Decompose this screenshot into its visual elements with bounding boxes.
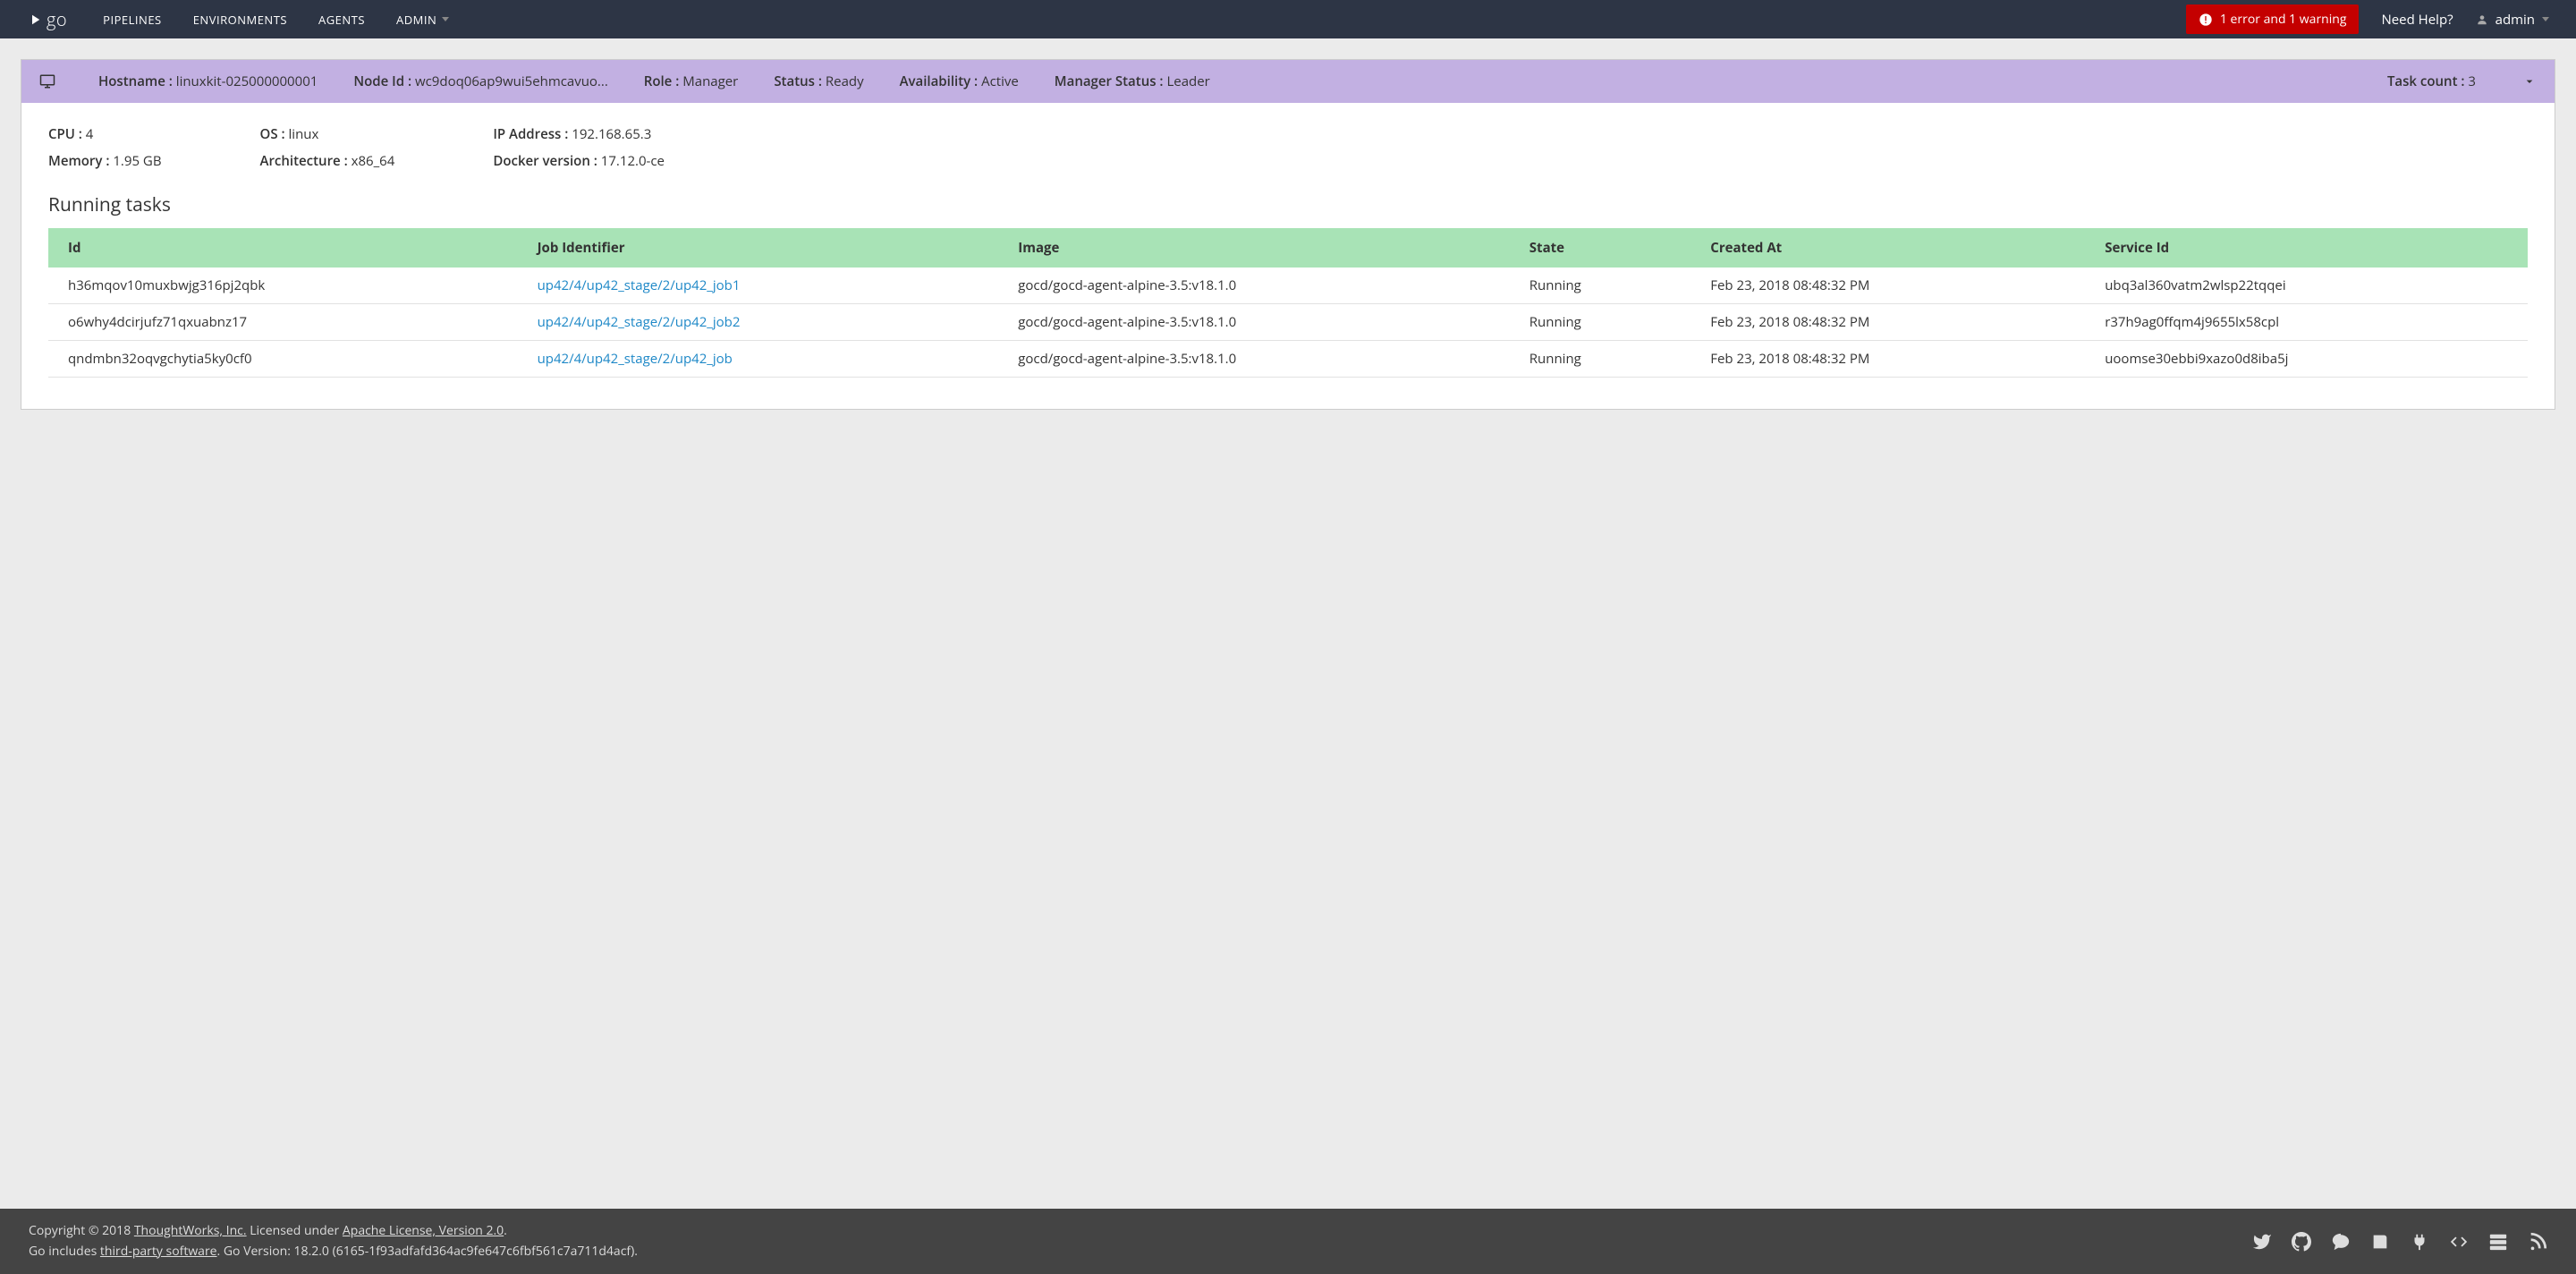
status-field: Status Ready xyxy=(774,72,863,90)
os-detail: OS linux xyxy=(260,125,395,143)
docker-detail: Docker version 17.12.0-ce xyxy=(493,152,665,170)
nav-links: PIPELINES ENVIRONMENTS AGENTS ADMIN xyxy=(103,12,2186,28)
logo-text: go xyxy=(47,7,67,31)
license-prefix: Licensed under xyxy=(247,1222,343,1239)
cell-job: up42/4/up42_stage/2/up42_job2 xyxy=(518,304,999,341)
chevron-down-icon xyxy=(442,17,449,21)
cell-id: qndmbn32oqvgchytia5ky0cf0 xyxy=(48,341,518,378)
chat-icon[interactable] xyxy=(2331,1232,2351,1252)
nav-right: 1 error and 1 warning Need Help? admin xyxy=(2186,4,2549,34)
line2-prefix: Go includes xyxy=(29,1243,100,1260)
thirdparty-link[interactable]: third-party software xyxy=(100,1243,217,1260)
nav-admin[interactable]: ADMIN xyxy=(396,12,449,28)
error-warning-badge[interactable]: 1 error and 1 warning xyxy=(2186,4,2360,34)
user-icon xyxy=(2476,13,2488,26)
chevron-down-icon xyxy=(2542,17,2549,21)
cell-state: Running xyxy=(1510,341,1690,378)
tasks-table: Id Job Identifier Image State Created At… xyxy=(48,228,2528,378)
nav-environments[interactable]: ENVIRONMENTS xyxy=(193,12,287,28)
ip-detail: IP Address 192.168.65.3 xyxy=(493,125,665,143)
node-panel: Hostname linuxkit-025000000001 Node Id w… xyxy=(21,59,2555,410)
role-field: Role Manager xyxy=(644,72,739,90)
node-panel-header[interactable]: Hostname linuxkit-025000000001 Node Id w… xyxy=(21,60,2555,103)
cell-state: Running xyxy=(1510,304,1690,341)
node-panel-body: CPU 4 Memory 1.95 GB OS linux Architectu… xyxy=(21,103,2555,409)
memory-detail: Memory 1.95 GB xyxy=(48,152,162,170)
cell-id: h36mqov10muxbwjg316pj2qbk xyxy=(48,268,518,304)
cell-id: o6why4dcirjufz71qxuabnz17 xyxy=(48,304,518,341)
col-job: Job Identifier xyxy=(518,228,999,268)
cell-created: Feb 23, 2018 08:48:32 PM xyxy=(1690,268,2085,304)
cell-image: gocd/gocd-agent-alpine-3.5:v18.1.0 xyxy=(998,304,1510,341)
user-name: admin xyxy=(2496,11,2535,29)
details-grid: CPU 4 Memory 1.95 GB OS linux Architectu… xyxy=(48,125,2528,170)
cell-service: r37h9ag0ffqm4j9655lx58cpl xyxy=(2085,304,2528,341)
cell-job: up42/4/up42_stage/2/up42_job1 xyxy=(518,268,999,304)
col-service: Service Id xyxy=(2085,228,2528,268)
copyright-prefix: Copyright © 2018 xyxy=(29,1222,134,1239)
api-icon[interactable] xyxy=(2449,1232,2469,1252)
footer-text: Copyright © 2018 ThoughtWorks, Inc. Lice… xyxy=(29,1221,2252,1261)
logo[interactable]: go xyxy=(27,7,67,31)
server-icon[interactable] xyxy=(2488,1232,2508,1252)
cell-image: gocd/gocd-agent-alpine-3.5:v18.1.0 xyxy=(998,341,1510,378)
cell-created: Feb 23, 2018 08:48:32 PM xyxy=(1690,304,2085,341)
need-help-link[interactable]: Need Help? xyxy=(2381,11,2453,29)
github-icon[interactable] xyxy=(2292,1232,2311,1252)
job-link[interactable]: up42/4/up42_stage/2/up42_job2 xyxy=(538,313,741,331)
monitor-icon xyxy=(39,73,55,89)
col-created: Created At xyxy=(1690,228,2085,268)
cpu-detail: CPU 4 xyxy=(48,125,162,143)
company-link[interactable]: ThoughtWorks, Inc. xyxy=(134,1222,247,1239)
chevron-down-icon[interactable] xyxy=(2522,74,2537,89)
table-row: h36mqov10muxbwjg316pj2qbk up42/4/up42_sta… xyxy=(48,268,2528,304)
running-tasks-title: Running tasks xyxy=(48,192,2528,217)
table-row: qndmbn32oqvgchytia5ky0cf0 up42/4/up42_sta… xyxy=(48,341,2528,378)
user-menu[interactable]: admin xyxy=(2476,11,2549,29)
footer: Copyright © 2018 ThoughtWorks, Inc. Lice… xyxy=(0,1209,2576,1274)
nav-agents[interactable]: AGENTS xyxy=(318,12,365,28)
top-nav: go PIPELINES ENVIRONMENTS AGENTS ADMIN 1… xyxy=(0,0,2576,38)
cell-service: uoomse30ebbi9xazo0d8iba5j xyxy=(2085,341,2528,378)
license-suffix: . xyxy=(504,1222,507,1239)
table-header-row: Id Job Identifier Image State Created At… xyxy=(48,228,2528,268)
main-wrapper: Hostname linuxkit-025000000001 Node Id w… xyxy=(0,38,2576,430)
col-id: Id xyxy=(48,228,518,268)
task-count-field: Task count 3 xyxy=(2387,72,2476,90)
nodeid-field: Node Id wc9doq06ap9wui5ehmcavuo... xyxy=(353,72,607,90)
nav-admin-label: ADMIN xyxy=(396,12,436,28)
version-text: . Go Version: 18.2.0 (6165-1f93adfafd364… xyxy=(217,1243,638,1260)
twitter-icon[interactable] xyxy=(2252,1232,2272,1252)
cell-service: ubq3al360vatm2wlsp22tqqei xyxy=(2085,268,2528,304)
plugin-icon[interactable] xyxy=(2410,1232,2429,1252)
cell-created: Feb 23, 2018 08:48:32 PM xyxy=(1690,341,2085,378)
manager-status-field: Manager Status Leader xyxy=(1055,72,1210,90)
cell-job: up42/4/up42_stage/2/up42_job xyxy=(518,341,999,378)
error-badge-text: 1 error and 1 warning xyxy=(2220,11,2347,28)
job-link[interactable]: up42/4/up42_stage/2/up42_job xyxy=(538,350,733,368)
hostname-field: Hostname linuxkit-025000000001 xyxy=(98,72,318,90)
alert-icon xyxy=(2199,13,2213,27)
col-state: State xyxy=(1510,228,1690,268)
table-row: o6why4dcirjufz71qxuabnz17 up42/4/up42_sta… xyxy=(48,304,2528,341)
availability-field: Availability Active xyxy=(900,72,1019,90)
arch-detail: Architecture x86_64 xyxy=(260,152,395,170)
footer-icons xyxy=(2252,1232,2547,1252)
rss-icon[interactable] xyxy=(2528,1232,2547,1252)
cell-image: gocd/gocd-agent-alpine-3.5:v18.1.0 xyxy=(998,268,1510,304)
license-link[interactable]: Apache License, Version 2.0 xyxy=(343,1222,504,1239)
book-icon[interactable] xyxy=(2370,1232,2390,1252)
col-image: Image xyxy=(998,228,1510,268)
cell-state: Running xyxy=(1510,268,1690,304)
go-logo-icon xyxy=(27,12,43,28)
job-link[interactable]: up42/4/up42_stage/2/up42_job1 xyxy=(538,276,741,294)
nav-pipelines[interactable]: PIPELINES xyxy=(103,12,162,28)
